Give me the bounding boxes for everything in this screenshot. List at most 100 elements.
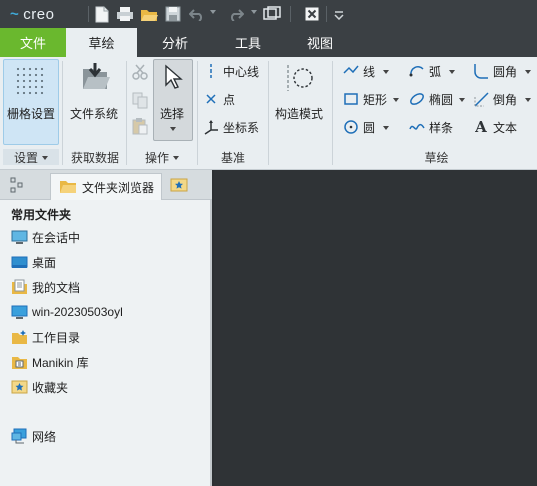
rectangle-icon — [343, 91, 359, 107]
line-icon — [343, 63, 359, 79]
chevron-down-icon — [525, 70, 532, 74]
folder-browser-icon — [59, 178, 77, 197]
group-separator — [197, 61, 198, 165]
ribbon-tabs: 文件 草绘 分析 工具 视图 — [0, 28, 537, 57]
chamfer-icon — [473, 91, 489, 107]
tab-favorites[interactable] — [166, 173, 208, 200]
datum-group-label: 基准 — [220, 150, 245, 165]
coordinate-system-button[interactable]: 坐标系 — [203, 117, 259, 137]
circle-button[interactable]: 圆 — [343, 117, 390, 137]
paste-icon[interactable] — [131, 117, 149, 135]
arc-button[interactable]: 弧 — [409, 61, 456, 81]
favorites-icon — [170, 177, 188, 196]
line-button[interactable]: 线 — [343, 61, 390, 81]
customize-icon[interactable] — [329, 4, 349, 24]
redo-icon[interactable] — [226, 4, 246, 24]
common-folders-title: 常用文件夹 — [11, 208, 72, 222]
fillet-button[interactable]: 圆角 — [473, 61, 532, 81]
tab-file[interactable]: 文件 — [0, 28, 66, 57]
print-icon[interactable] — [115, 4, 135, 24]
chevron-down-icon — [42, 156, 48, 160]
chevron-down-icon — [173, 156, 179, 160]
setup-group-label[interactable]: 设置 — [3, 149, 59, 165]
group-separator — [332, 61, 333, 165]
creo-logo: ~ creo — [10, 5, 54, 23]
desktop-icon — [11, 254, 28, 271]
nav-item-desktop[interactable]: 桌面 — [11, 253, 56, 271]
select-label: 选择 — [160, 107, 185, 121]
tab-sketch[interactable]: 草绘 — [66, 28, 137, 57]
chevron-down-icon — [459, 98, 466, 102]
arc-icon — [409, 63, 425, 79]
group-separator — [268, 61, 269, 165]
ellipse-icon — [409, 91, 425, 107]
creo-logo-mark: ~ — [10, 5, 20, 23]
ribbon-panel: 栅格设置 设置 文件系统 获取数据 选择 操作 中心线 点 坐标系 基准 构造模… — [0, 57, 537, 170]
computer-icon — [11, 304, 28, 321]
rectangle-button[interactable]: 矩形 — [343, 89, 400, 109]
tab-tools[interactable]: 工具 — [213, 28, 283, 57]
copy-icon[interactable] — [131, 91, 149, 109]
favorites-folder-icon — [11, 379, 28, 396]
undo-icon[interactable] — [187, 4, 207, 24]
open-icon[interactable] — [139, 4, 159, 24]
chevron-down-icon — [383, 126, 390, 130]
tab-view[interactable]: 视图 — [283, 28, 357, 57]
file-system-button[interactable]: 文件系统 — [70, 105, 118, 122]
monitor-icon — [11, 229, 28, 246]
nav-item-favorites[interactable]: 收藏夹 — [11, 378, 68, 396]
get-data-group-label: 获取数据 — [70, 150, 119, 165]
close-window-icon[interactable] — [302, 4, 322, 24]
point-icon — [203, 91, 219, 107]
model-tree-icon — [10, 177, 24, 196]
point-button[interactable]: 点 — [203, 89, 235, 109]
construction-mode-button[interactable]: 构造模式 — [275, 105, 323, 122]
coordinate-system-icon — [203, 119, 219, 135]
undo-dropdown-icon[interactable] — [210, 10, 216, 14]
group-separator — [126, 61, 127, 165]
toolbar-separator — [88, 6, 89, 22]
text-a-icon: A — [475, 118, 487, 136]
tab-model-tree[interactable] — [4, 173, 48, 200]
text-button[interactable]: A 文本 — [473, 117, 517, 137]
sketching-group-label: 草绘 — [424, 150, 449, 165]
grid-settings-button[interactable] — [3, 59, 59, 145]
spline-icon — [409, 119, 425, 135]
save-icon[interactable] — [163, 4, 183, 24]
toolbar-separator — [326, 6, 327, 22]
nav-item-my-documents[interactable]: 我的文档 — [11, 278, 80, 296]
cursor-arrow-icon — [163, 64, 183, 90]
cut-icon[interactable] — [131, 63, 149, 81]
group-separator — [62, 61, 63, 165]
title-bar: ~ creo — [0, 0, 537, 28]
select-button[interactable]: 选择 — [153, 59, 193, 141]
tab-analysis[interactable]: 分析 — [137, 28, 213, 57]
graphics-area[interactable] — [214, 170, 537, 486]
fillet-icon — [473, 63, 489, 79]
nav-item-network[interactable]: 网络 — [11, 427, 56, 445]
circle-icon — [343, 119, 359, 135]
new-icon[interactable] — [92, 4, 112, 24]
centerline-icon — [203, 63, 219, 79]
operations-group-label[interactable]: 操作 — [130, 149, 194, 165]
nav-item-working-directory[interactable]: 工作目录 — [11, 328, 80, 346]
nav-item-computer[interactable]: win-20230503oyl — [11, 303, 123, 321]
spline-button[interactable]: 样条 — [409, 117, 453, 137]
grid-settings-label: 栅格设置 — [7, 107, 56, 121]
folder-browser-panel: 常用文件夹 在会话中 桌面 我的文档 win-20230503oyl 工作目录 … — [0, 200, 212, 486]
nav-item-in-session[interactable]: 在会话中 — [11, 228, 80, 246]
chevron-down-icon — [383, 70, 390, 74]
regenerate-icon[interactable] — [262, 4, 282, 24]
chevron-down-icon — [449, 70, 456, 74]
tab-folder-browser[interactable]: 文件夹浏览器 — [50, 173, 162, 200]
centerline-button[interactable]: 中心线 — [203, 61, 259, 81]
manikin-library-icon — [11, 354, 28, 371]
chamfer-button[interactable]: 倒角 — [473, 89, 532, 109]
working-directory-icon — [11, 329, 28, 346]
documents-icon — [11, 279, 28, 296]
toolbar-separator — [290, 6, 291, 22]
ellipse-button[interactable]: 椭圆 — [409, 89, 466, 109]
redo-dropdown-icon[interactable] — [251, 10, 257, 14]
chevron-down-icon — [525, 98, 532, 102]
nav-item-manikin-library[interactable]: Manikin 库 — [11, 353, 89, 371]
